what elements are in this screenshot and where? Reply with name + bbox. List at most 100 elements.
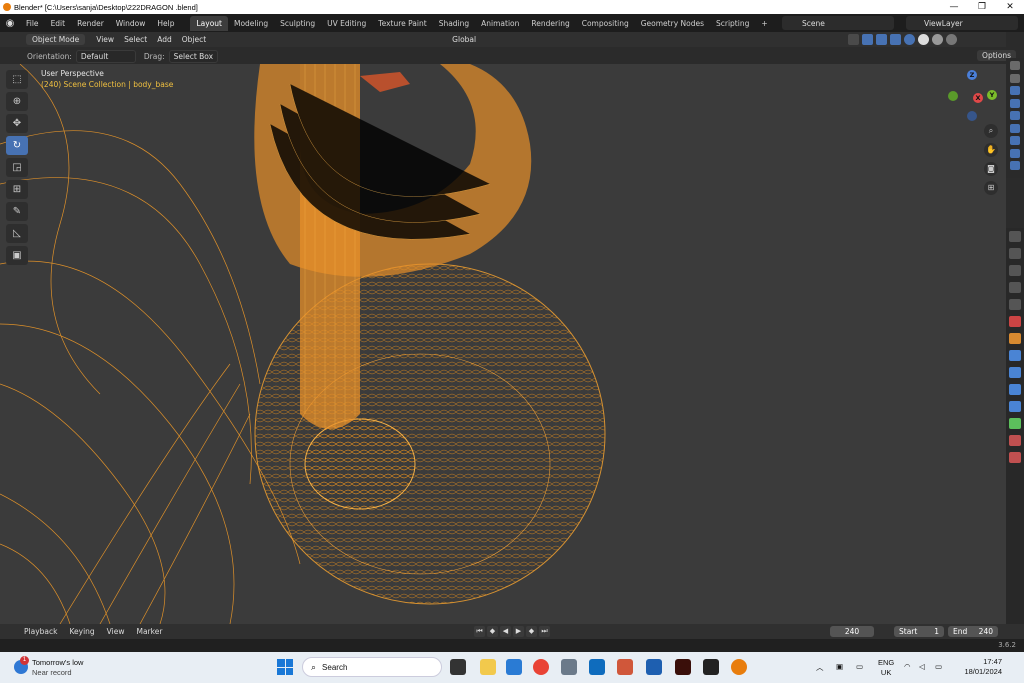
weather-widget[interactable]: Tomorrow's low Near record [32,658,83,678]
blender-menu-icon[interactable]: ◉ [0,18,20,29]
menu-window[interactable]: Window [110,19,152,28]
tray-app-icon[interactable]: ▣ [836,662,843,671]
scale-tool[interactable]: ◲ [6,158,28,177]
tray-display-icon[interactable]: ▭ [856,662,863,671]
visibility-icon[interactable] [848,34,859,45]
outlook-icon[interactable] [589,659,605,675]
scene-selector[interactable]: Scene [782,16,894,30]
play-icon[interactable]: ▶ [513,626,524,637]
task-view-icon[interactable] [450,659,466,675]
camera-visibility-icon[interactable] [1010,61,1020,70]
material-shading-icon[interactable] [932,34,943,45]
world-tab-icon[interactable] [1009,316,1021,327]
data-tab-icon[interactable] [1009,418,1021,429]
menu-help[interactable]: Help [151,19,180,28]
overlay-icon[interactable] [876,34,887,45]
start-frame-field[interactable]: Start 1 [894,626,944,637]
transform-orientation-dropdown[interactable]: Global [447,35,481,44]
particles-tab-icon[interactable] [1009,367,1021,378]
jump-end-icon[interactable]: ⏭ [539,626,550,637]
modifier-tab-icon[interactable] [1009,350,1021,361]
tab-geometry-nodes[interactable]: Geometry Nodes [635,16,710,31]
tab-scripting[interactable]: Scripting [710,16,755,31]
maximize-button[interactable]: ❐ [968,0,996,14]
render-tab-icon[interactable] [1009,248,1021,259]
measure-tool[interactable]: ◺ [6,224,28,243]
tab-sculpting[interactable]: Sculpting [274,16,321,31]
language-indicator[interactable]: ENG UK [878,658,894,678]
illustrator-icon[interactable] [675,659,691,675]
select-box-tool[interactable]: ⬚ [6,70,28,89]
camera-visibility-icon[interactable] [1010,73,1020,83]
blender-taskbar-icon[interactable] [731,659,747,675]
transform-tool[interactable]: ⊞ [6,180,28,199]
material-tab-icon[interactable] [1009,435,1021,446]
pan-hand-icon[interactable]: ✋ [984,143,998,157]
object-menu[interactable]: Object [177,35,211,44]
play-reverse-icon[interactable]: ◀ [500,626,511,637]
object-mode-dropdown[interactable]: Object Mode [26,34,86,45]
texture-tab-icon[interactable] [1009,452,1021,463]
constraints-tab-icon[interactable] [1009,401,1021,412]
close-button[interactable]: ✕ [996,0,1024,14]
playback-menu[interactable]: Playback [18,627,63,636]
menu-file[interactable]: File [20,19,45,28]
scene-tab-icon[interactable] [1009,299,1021,310]
orientation-dropdown[interactable]: Default [75,49,136,63]
menu-render[interactable]: Render [71,19,110,28]
gizmo-x-axis[interactable]: X [973,93,983,103]
minimize-button[interactable]: — [940,0,968,14]
physics-tab-icon[interactable] [1009,384,1021,395]
xray-icon[interactable] [890,34,901,45]
tray-chevron-icon[interactable]: ︿ [816,662,824,673]
grid-icon[interactable]: ⊞ [984,181,998,195]
jump-start-icon[interactable]: ⏮ [474,626,485,637]
3d-viewport[interactable] [0,64,1006,624]
add-menu[interactable]: Add [152,35,177,44]
view-layer-tab-icon[interactable] [1009,282,1021,293]
gizmo-neg-y-axis[interactable] [948,91,958,101]
chrome-icon[interactable] [533,659,549,675]
annotate-tool[interactable]: ✎ [6,202,28,221]
mail-icon[interactable] [646,659,662,675]
tab-layout[interactable]: Layout [190,15,228,31]
zoom-icon[interactable]: ⌕ [984,124,998,138]
end-frame-field[interactable]: End 240 [948,626,998,637]
camera-visibility-icon[interactable] [1010,111,1020,120]
tab-compositing[interactable]: Compositing [576,16,635,31]
timeline-view-menu[interactable]: View [101,627,131,636]
taskbar-search[interactable]: ⌕ Search [302,657,442,677]
store-icon[interactable] [506,659,522,675]
app-icon[interactable] [617,659,633,675]
gizmo-y-axis[interactable]: Y [987,90,997,100]
gizmo-z-axis[interactable]: Z [967,70,977,80]
battery-icon[interactable]: ▭ [935,662,942,671]
start-button[interactable] [277,659,293,675]
prev-key-icon[interactable]: ◆ [487,626,498,637]
system-clock[interactable]: 17:47 18/01/2024 [952,657,1002,677]
output-tab-icon[interactable] [1009,265,1021,276]
camera-visibility-icon[interactable] [1010,148,1020,158]
keying-menu[interactable]: Keying [63,627,100,636]
tab-rendering[interactable]: Rendering [525,16,575,31]
tab-modeling[interactable]: Modeling [228,16,274,31]
rotate-tool[interactable]: ↻ [6,136,28,155]
drag-dropdown[interactable]: Select Box [168,49,219,63]
add-workspace-button[interactable]: + [755,16,773,31]
add-cube-tool[interactable]: ▣ [6,246,28,265]
tool-tab-icon[interactable] [1009,231,1021,242]
gizmo-neg-z-axis[interactable] [967,111,977,121]
menu-edit[interactable]: Edit [45,19,72,28]
settings-icon[interactable] [561,659,577,675]
select-menu[interactable]: Select [119,35,152,44]
file-explorer-icon[interactable] [480,659,496,675]
marker-menu[interactable]: Marker [130,627,168,636]
tab-animation[interactable]: Animation [475,16,525,31]
tab-uv-editing[interactable]: UV Editing [321,16,372,31]
solid-shading-icon[interactable] [918,34,929,45]
view-menu[interactable]: View [91,35,119,44]
current-frame-field[interactable]: 240 [830,626,874,637]
camera-visibility-icon[interactable] [1010,136,1020,145]
wireframe-shading-icon[interactable] [904,34,915,45]
next-key-icon[interactable]: ◆ [526,626,537,637]
